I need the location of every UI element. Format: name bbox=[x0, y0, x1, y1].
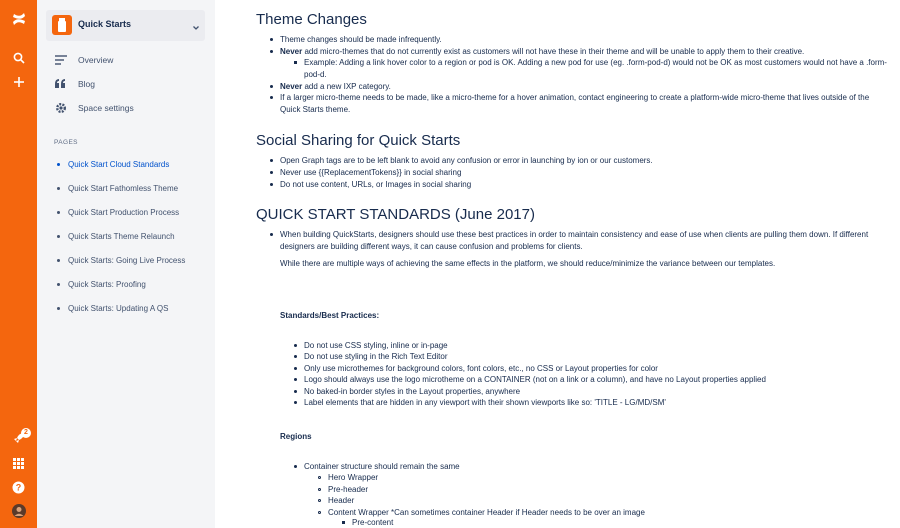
list-item: Never add micro-themes that do not curre… bbox=[280, 46, 890, 58]
user-avatar-icon[interactable] bbox=[0, 498, 37, 524]
sidebar-item-space-settings[interactable]: Space settings bbox=[46, 97, 205, 119]
emphasis-never: Never bbox=[280, 82, 303, 91]
bullet-icon bbox=[270, 183, 273, 186]
bullet-icon bbox=[318, 476, 321, 479]
overview-lines-icon bbox=[54, 53, 68, 67]
bullet-icon bbox=[294, 355, 297, 358]
quote-icon bbox=[54, 77, 68, 91]
sidebar-item-label: Overview bbox=[78, 55, 114, 65]
bullet-icon bbox=[270, 85, 273, 88]
create-plus-icon[interactable] bbox=[0, 69, 37, 95]
list-item: Label elements that are hidden in any vi… bbox=[304, 398, 666, 407]
page-tree-label: Quick Starts: Proofing bbox=[68, 280, 146, 289]
list-item: If a larger micro-theme needs to be made… bbox=[280, 93, 870, 114]
bullet-icon bbox=[57, 307, 60, 310]
list-item: Never use {{ReplacementTokens}} in socia… bbox=[280, 168, 462, 177]
space-logo-icon bbox=[52, 15, 72, 35]
bullet-icon bbox=[294, 367, 297, 370]
bullet-icon bbox=[270, 96, 273, 99]
section-heading-standards: QUICK START STANDARDS (June 2017) bbox=[256, 206, 535, 223]
list-item: Pre-content bbox=[352, 518, 394, 527]
list-item: No baked-in border styles in the Layout … bbox=[304, 387, 521, 396]
best-practices-heading: Standards/Best Practices: bbox=[280, 311, 380, 320]
bullet-icon bbox=[57, 187, 60, 190]
list-item: Theme changes should be made infrequentl… bbox=[280, 35, 442, 44]
bullet-icon bbox=[294, 61, 297, 64]
bullet-icon bbox=[270, 50, 273, 53]
list-item-text: add a new IXP category. bbox=[302, 82, 391, 91]
bullet-icon bbox=[294, 401, 297, 404]
list-item: Pre-header bbox=[328, 485, 369, 494]
list-item: Do not use content, URLs, or Images in s… bbox=[280, 180, 472, 189]
list-item: Only use microthemes for background colo… bbox=[304, 364, 658, 373]
bullet-icon bbox=[270, 233, 273, 236]
notifications-rocket-icon[interactable] bbox=[0, 425, 37, 451]
page-tree-item[interactable]: Quick Starts Theme Relaunch bbox=[54, 229, 209, 245]
bullet-icon bbox=[294, 378, 297, 381]
bullet-icon bbox=[318, 499, 321, 502]
help-icon[interactable]: ? bbox=[0, 474, 37, 500]
bullet-icon bbox=[270, 38, 273, 41]
app-switcher-icon[interactable] bbox=[0, 450, 37, 476]
sidebar-item-blog[interactable]: Blog bbox=[46, 73, 205, 95]
page-tree-label: Quick Start Production Process bbox=[68, 208, 180, 217]
pages-heading: PAGES bbox=[54, 139, 78, 146]
list-item: When building QuickStarts, designers sho… bbox=[280, 230, 869, 251]
list-item: Never add a new IXP category. bbox=[280, 81, 880, 93]
list-item: Example: Adding a link hover color to a … bbox=[304, 58, 887, 79]
page-tree-label: Quick Starts Theme Relaunch bbox=[68, 232, 175, 241]
space-sidebar: Quick Starts Overview Blog Space setting… bbox=[37, 0, 215, 528]
bullet-icon bbox=[57, 163, 60, 166]
page-tree-label: Quick Start Cloud Standards bbox=[68, 160, 170, 169]
page-tree-item[interactable]: Quick Start Cloud Standards bbox=[54, 157, 209, 173]
chevron-down-icon bbox=[192, 19, 200, 37]
space-name: Quick Starts bbox=[78, 19, 132, 29]
page-tree-label: Quick Start Fathomless Theme bbox=[68, 184, 179, 193]
emphasis-never: Never bbox=[280, 47, 303, 56]
bullet-icon bbox=[57, 211, 60, 214]
page-tree-item[interactable]: Quick Start Production Process bbox=[54, 205, 209, 221]
sidebar-item-label: Blog bbox=[78, 79, 96, 89]
section-heading-theme-changes: Theme Changes bbox=[256, 11, 367, 28]
bullet-icon bbox=[294, 465, 297, 468]
page-tree-item[interactable]: Quick Starts: Updating A QS bbox=[54, 301, 209, 317]
bullet-icon bbox=[57, 283, 60, 286]
space-switcher[interactable]: Quick Starts bbox=[46, 10, 205, 41]
page-tree-label: Quick Starts: Going Live Process bbox=[68, 256, 186, 265]
bullet-icon bbox=[270, 171, 273, 174]
list-item: Header bbox=[328, 496, 355, 505]
list-item: Logo should always use the logo microthe… bbox=[304, 375, 766, 384]
notification-count-badge: 2 bbox=[21, 428, 31, 438]
paragraph: While there are multiple ways of achievi… bbox=[280, 259, 776, 268]
sidebar-item-overview[interactable]: Overview bbox=[46, 49, 205, 71]
bullet-icon bbox=[342, 521, 345, 524]
bullet-icon bbox=[318, 511, 321, 514]
search-icon[interactable] bbox=[0, 45, 37, 71]
page-content: Theme Changes Theme changes should be ma… bbox=[256, 0, 896, 528]
page-tree-item[interactable]: Quick Starts: Proofing bbox=[54, 277, 209, 293]
bullet-icon bbox=[57, 235, 60, 238]
page-tree-label: Quick Starts: Updating A QS bbox=[68, 304, 169, 313]
svg-text:?: ? bbox=[16, 482, 22, 492]
list-item: Do not use styling in the Rich Text Edit… bbox=[304, 352, 448, 361]
bullet-icon bbox=[294, 390, 297, 393]
list-item: Do not use CSS styling, inline or in-pag… bbox=[304, 341, 448, 350]
bullet-icon bbox=[57, 259, 60, 262]
section-heading-social-sharing: Social Sharing for Quick Starts bbox=[256, 132, 461, 149]
global-navigation-rail: 2 ? bbox=[0, 0, 37, 528]
bullet-icon bbox=[294, 344, 297, 347]
bullet-icon bbox=[270, 159, 273, 162]
regions-heading: Regions bbox=[280, 432, 312, 441]
page-tree-item[interactable]: Quick Starts: Going Live Process bbox=[54, 253, 209, 269]
gear-icon bbox=[54, 101, 68, 115]
list-item: Open Graph tags are to be left blank to … bbox=[280, 156, 653, 165]
sidebar-item-label: Space settings bbox=[78, 103, 134, 113]
confluence-logo-icon[interactable] bbox=[0, 6, 37, 32]
page-tree-item[interactable]: Quick Start Fathomless Theme bbox=[54, 181, 209, 197]
list-item: Hero Wrapper bbox=[328, 473, 379, 482]
bullet-icon bbox=[318, 488, 321, 491]
list-item: Container structure should remain the sa… bbox=[304, 462, 460, 471]
list-item-text: add micro-themes that do not currently e… bbox=[302, 47, 805, 56]
